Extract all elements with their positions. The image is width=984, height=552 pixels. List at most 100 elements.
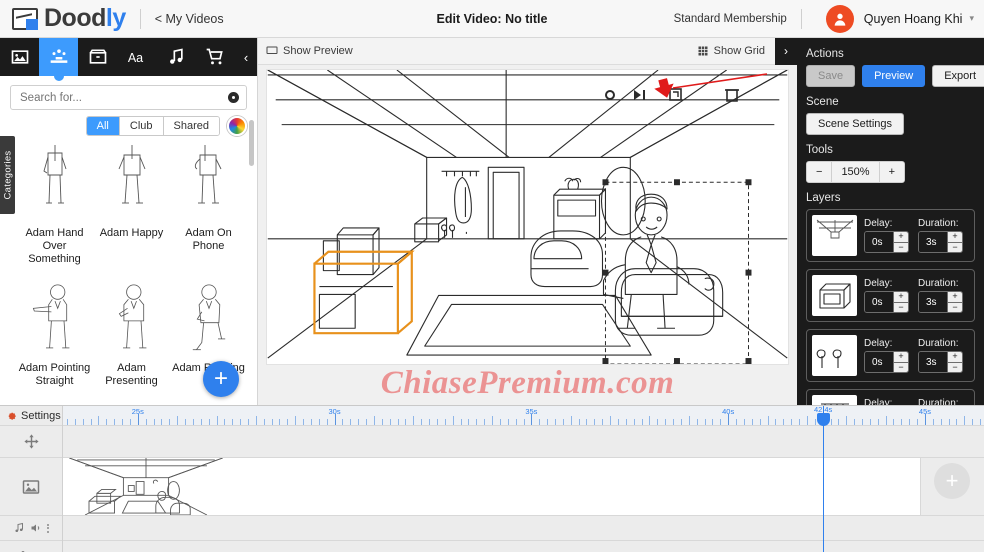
delay-label: Delay: [864, 398, 893, 405]
ruler-tick [854, 419, 856, 425]
filter-shared[interactable]: Shared [163, 117, 219, 135]
ruler-tick [271, 419, 273, 425]
membership-label: Standard Membership [673, 12, 787, 25]
delay-increment[interactable]: + [894, 232, 908, 243]
filter-club[interactable]: Club [119, 117, 164, 135]
ruler-tick [153, 419, 155, 425]
music-options-icon[interactable] [47, 523, 49, 533]
duration-value: 3s [919, 292, 947, 312]
doodly-logo[interactable]: Doodly [12, 4, 126, 33]
canvas-stage[interactable] [266, 69, 789, 365]
categories-tab[interactable]: Categories [0, 136, 15, 214]
layer-item[interactable]: Delay: 0s +− Duration: 3s +− [806, 209, 975, 262]
add-asset-button[interactable]: + [203, 361, 239, 397]
scene-track[interactable] [63, 458, 984, 516]
preview-button[interactable]: Preview [862, 65, 926, 87]
search-input[interactable] [11, 91, 246, 104]
duration-decrement[interactable]: − [948, 362, 962, 372]
tab-characters[interactable] [39, 38, 79, 81]
scene-row-label[interactable] [0, 458, 62, 516]
ruler-tick [964, 416, 966, 425]
ruler-tick [799, 419, 800, 425]
playhead-handle[interactable] [816, 413, 830, 426]
speaker-icon[interactable] [30, 522, 42, 534]
layer-item[interactable]: Delay: 0s +− Duration: 3s +− [806, 389, 975, 405]
tab-props[interactable] [78, 38, 117, 76]
asset-item[interactable]: Adam On Phone [172, 143, 245, 278]
library-collapse-button[interactable]: ‹ [235, 38, 257, 76]
timeline-ruler[interactable]: 25s 30s 35s 40s 45s [63, 406, 984, 426]
show-grid-button[interactable]: Show Grid [697, 45, 765, 57]
asset-item[interactable]: Adam Happy [95, 143, 168, 278]
duration-stepper[interactable]: 3s + − [918, 351, 963, 373]
zoom-out-button[interactable]: − [807, 162, 832, 182]
ruler-tick [492, 416, 493, 425]
ruler-tick [342, 419, 344, 425]
tab-music[interactable] [157, 38, 196, 76]
export-button[interactable]: Export [932, 65, 984, 87]
ruler-tick [956, 419, 958, 425]
delay-increment[interactable]: + [894, 352, 908, 363]
duration-decrement[interactable]: − [948, 302, 962, 312]
layer-item[interactable]: Delay: 0s +− Duration: 3s +− [806, 329, 975, 382]
show-preview-button[interactable]: Show Preview [266, 45, 353, 57]
duration-increment[interactable]: + [948, 352, 962, 363]
ruler-tick [106, 419, 108, 425]
ruler-tick [405, 419, 407, 425]
ruler-tick [869, 419, 871, 425]
asset-item[interactable]: Adam Hand Over Something [18, 143, 91, 278]
delay-stepper[interactable]: 0s + − [864, 291, 909, 313]
duration-increment[interactable]: + [948, 232, 962, 243]
properties-panel: Actions Save Preview Export Scene Scene … [797, 38, 984, 405]
ruler-tick [397, 419, 399, 425]
filter-all[interactable]: All [86, 117, 120, 135]
avatar[interactable] [825, 4, 854, 33]
duration-stepper[interactable]: 3s + − [918, 291, 963, 313]
zoom-in-button[interactable]: + [879, 162, 905, 182]
scene-clip[interactable] [63, 458, 921, 515]
my-videos-link[interactable]: < My Videos [155, 12, 224, 26]
ruler-tick [712, 419, 714, 425]
delay-increment[interactable]: + [894, 292, 908, 303]
duration-decrement[interactable]: − [948, 242, 962, 252]
canvas-panel-collapse-button[interactable]: › [775, 37, 797, 65]
transform-row-label[interactable] [0, 426, 62, 458]
save-button[interactable]: Save [806, 65, 856, 87]
flip-icon [634, 90, 641, 100]
add-scene-button[interactable]: + [934, 463, 970, 499]
timeline-settings-button[interactable]: Settings [0, 406, 62, 426]
delay-decrement[interactable]: − [894, 242, 908, 252]
asset-item[interactable]: Adam Presenting [95, 278, 168, 400]
delay-decrement[interactable]: − [894, 362, 908, 372]
delay-decrement[interactable]: − [894, 302, 908, 312]
tab-text[interactable]: Aa [118, 38, 157, 76]
username-label[interactable]: Quyen Hoang Khi [864, 12, 963, 26]
delay-value: 0s [865, 232, 893, 252]
logo-text: Doodly [44, 4, 126, 33]
scene-row: Scene Settings [806, 113, 975, 135]
delay-stepper[interactable]: 0s + − [864, 351, 909, 373]
asset-item[interactable]: Adam Pointing Straight [18, 278, 91, 400]
voiceover-row-label[interactable] [0, 541, 62, 552]
layer-thumbnail [812, 275, 857, 316]
ruler-tick [932, 419, 934, 425]
scene-settings-button[interactable]: Scene Settings [806, 113, 904, 135]
library-scrollbar[interactable] [249, 120, 254, 166]
clear-search-icon[interactable] [228, 92, 239, 103]
timeline-playhead[interactable]: 42.4s [814, 405, 832, 552]
tab-scenes[interactable] [0, 38, 39, 76]
chevron-down-icon[interactable]: ▾ [969, 13, 974, 24]
voiceover-track[interactable] [63, 541, 984, 552]
tab-store[interactable] [196, 38, 235, 76]
canvas-toolbar: Show Preview Show Grid › [258, 37, 797, 65]
music-row-label[interactable] [0, 516, 62, 541]
asset-label: Adam Presenting [105, 361, 158, 387]
color-wheel-icon[interactable] [227, 116, 247, 136]
music-track[interactable] [63, 516, 984, 541]
duration-increment[interactable]: + [948, 292, 962, 303]
layer-item[interactable]: Delay: 0s +− Duration: 3s +− [806, 269, 975, 322]
timeline-tracks: 25s 30s 35s 40s 45s 42.4s + [63, 405, 984, 552]
transform-track[interactable] [63, 426, 984, 458]
delay-stepper[interactable]: 0s + − [864, 231, 909, 253]
duration-stepper[interactable]: 3s + − [918, 231, 963, 253]
